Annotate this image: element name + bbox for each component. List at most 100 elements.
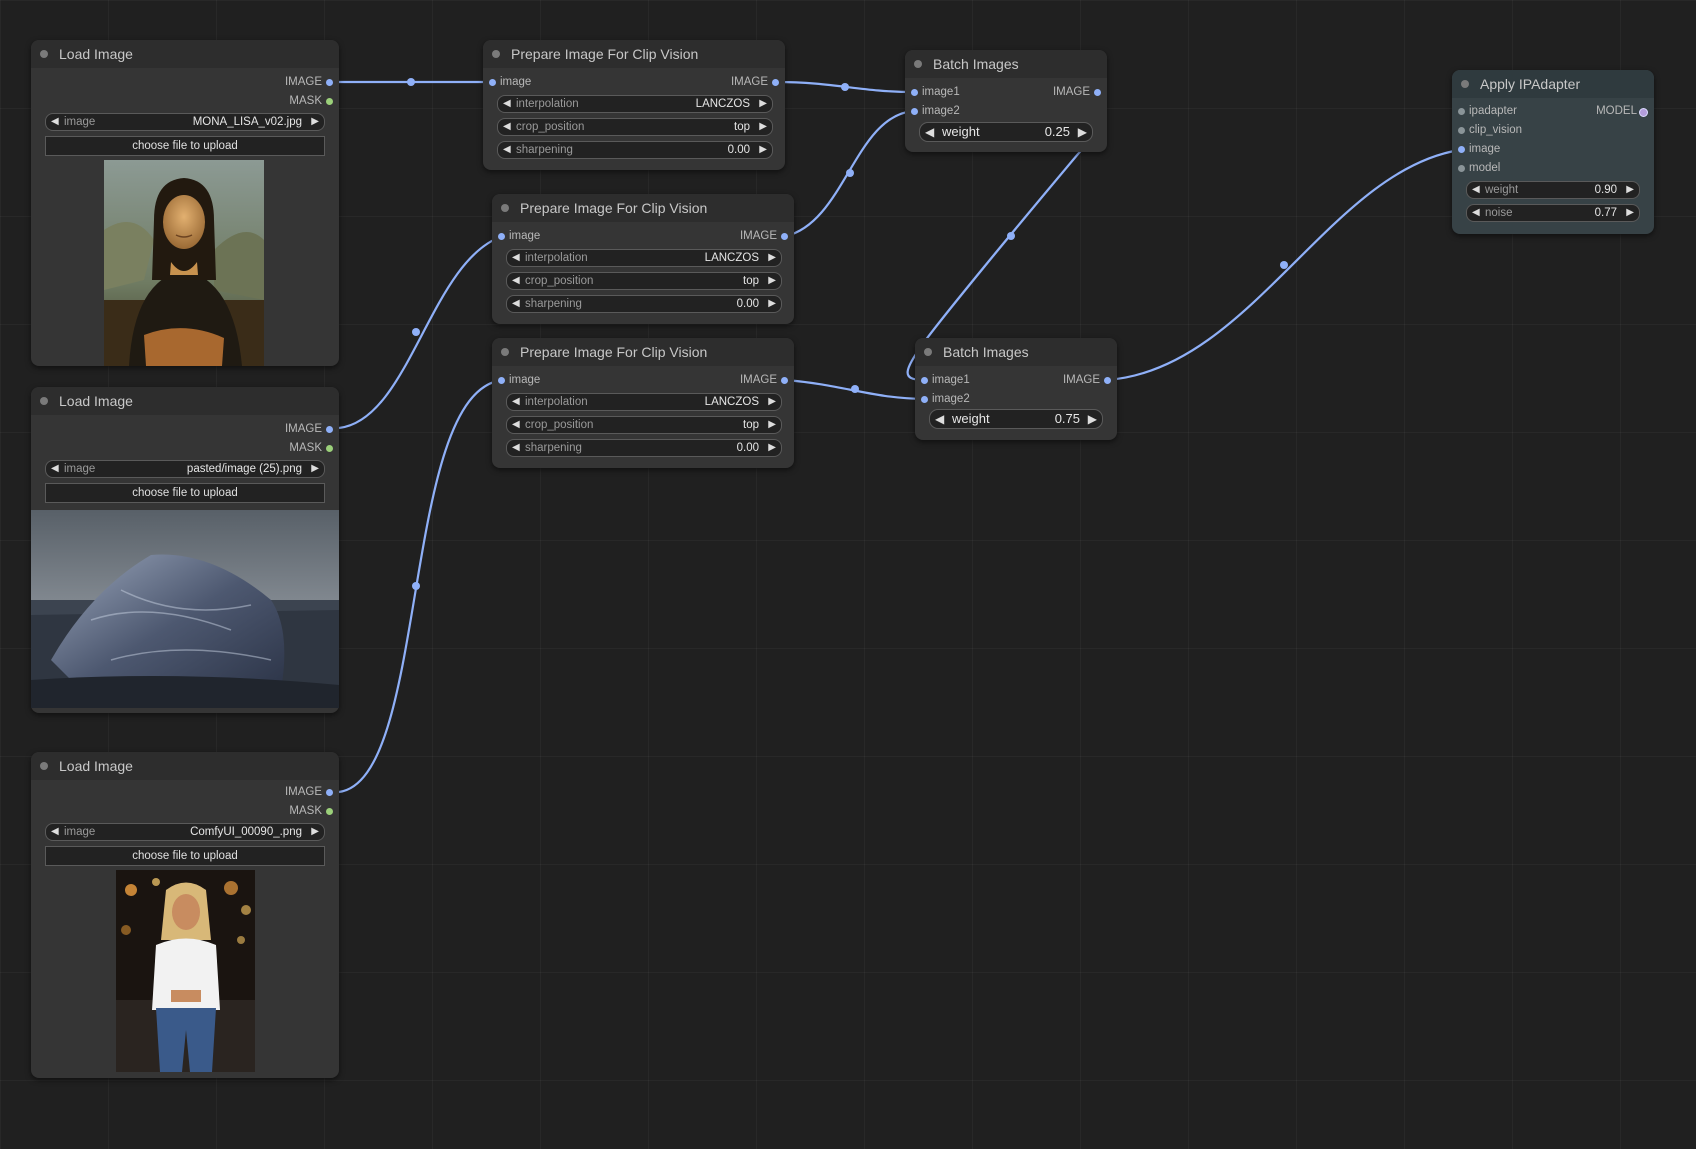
output-mask-slot[interactable]: MASK bbox=[289, 95, 333, 107]
weight-widget[interactable]: ◀ weight 0.90 ▶ bbox=[1466, 181, 1640, 199]
arrow-left-icon[interactable]: ◀ bbox=[512, 394, 520, 410]
output-dot[interactable] bbox=[1094, 89, 1101, 96]
node-title-bar[interactable]: Prepare Image For Clip Vision bbox=[483, 40, 785, 68]
input-dot[interactable] bbox=[921, 396, 928, 403]
arrow-right-icon[interactable]: ▶ bbox=[759, 119, 767, 135]
node-title-bar[interactable]: Load Image bbox=[31, 387, 339, 415]
arrow-right-icon[interactable]: ▶ bbox=[1088, 410, 1097, 428]
node-collapse-dot[interactable] bbox=[40, 762, 48, 770]
node-title-bar[interactable]: Load Image bbox=[31, 40, 339, 68]
input-dot[interactable] bbox=[489, 79, 496, 86]
node-title-bar[interactable]: Batch Images bbox=[915, 338, 1117, 366]
node-collapse-dot[interactable] bbox=[914, 60, 922, 68]
output-dot[interactable] bbox=[326, 445, 333, 452]
arrow-left-icon[interactable]: ◀ bbox=[925, 123, 934, 141]
input-dot[interactable] bbox=[1458, 146, 1465, 153]
output-dot[interactable] bbox=[1104, 377, 1111, 384]
arrow-left-icon[interactable]: ◀ bbox=[51, 114, 59, 130]
node-title-bar[interactable]: Prepare Image For Clip Vision bbox=[492, 194, 794, 222]
input-image-slot[interactable]: image bbox=[489, 76, 531, 88]
node-title-bar[interactable]: Load Image bbox=[31, 752, 339, 780]
apply-ipadapter-node[interactable]: Apply IPAdapter ipadapter clip_vision im… bbox=[1452, 70, 1654, 234]
input-dot[interactable] bbox=[1458, 165, 1465, 172]
sharpening-widget[interactable]: ◀ sharpening 0.00 ▶ bbox=[497, 141, 773, 159]
output-image-slot[interactable]: IMAGE bbox=[285, 76, 333, 88]
arrow-right-icon[interactable]: ▶ bbox=[1078, 123, 1087, 141]
output-model-slot[interactable]: MODEL bbox=[1596, 105, 1648, 117]
input-clip-vision-slot[interactable]: clip_vision bbox=[1458, 124, 1522, 136]
output-dot[interactable] bbox=[1639, 108, 1648, 117]
upload-button[interactable]: choose file to upload bbox=[45, 846, 325, 866]
image-select-widget[interactable]: ◀ image ComfyUI_00090_.png ▶ bbox=[45, 823, 325, 841]
input-image2-slot[interactable]: image2 bbox=[911, 105, 960, 117]
upload-button[interactable]: choose file to upload bbox=[45, 483, 325, 503]
arrow-right-icon[interactable]: ▶ bbox=[311, 461, 319, 477]
prepare-image-node-3[interactable]: Prepare Image For Clip Vision image IMAG… bbox=[492, 338, 794, 468]
crop-position-widget[interactable]: ◀ crop_position top ▶ bbox=[506, 416, 782, 434]
output-image-slot[interactable]: IMAGE bbox=[1053, 86, 1101, 98]
arrow-left-icon[interactable]: ◀ bbox=[51, 461, 59, 477]
node-title-bar[interactable]: Apply IPAdapter bbox=[1452, 70, 1654, 98]
input-dot[interactable] bbox=[498, 377, 505, 384]
prepare-image-node-2[interactable]: Prepare Image For Clip Vision image IMAG… bbox=[492, 194, 794, 324]
arrow-left-icon[interactable]: ◀ bbox=[512, 417, 520, 433]
input-dot[interactable] bbox=[921, 377, 928, 384]
image-select-widget[interactable]: ◀ image MONA_LISA_v02.jpg ▶ bbox=[45, 113, 325, 131]
output-image-slot[interactable]: IMAGE bbox=[740, 374, 788, 386]
crop-position-widget[interactable]: ◀ crop_position top ▶ bbox=[506, 272, 782, 290]
weight-widget[interactable]: ◀ weight 0.75 ▶ bbox=[929, 409, 1103, 429]
arrow-right-icon[interactable]: ▶ bbox=[768, 296, 776, 312]
interpolation-widget[interactable]: ◀ interpolation LANCZOS ▶ bbox=[506, 249, 782, 267]
load-image-node-1[interactable]: Load Image IMAGE MASK ◀ image MONA_LISA_… bbox=[31, 40, 339, 366]
load-image-node-3[interactable]: Load Image IMAGE MASK ◀ image ComfyUI_00… bbox=[31, 752, 339, 1078]
sharpening-widget[interactable]: ◀ sharpening 0.00 ▶ bbox=[506, 439, 782, 457]
interpolation-widget[interactable]: ◀ interpolation LANCZOS ▶ bbox=[497, 95, 773, 113]
input-dot[interactable] bbox=[498, 233, 505, 240]
arrow-left-icon[interactable]: ◀ bbox=[1472, 205, 1480, 221]
input-dot[interactable] bbox=[911, 108, 918, 115]
arrow-right-icon[interactable]: ▶ bbox=[759, 96, 767, 112]
arrow-left-icon[interactable]: ◀ bbox=[51, 824, 59, 840]
node-collapse-dot[interactable] bbox=[501, 348, 509, 356]
output-mask-slot[interactable]: MASK bbox=[289, 442, 333, 454]
input-image-slot[interactable]: image bbox=[498, 374, 540, 386]
interpolation-widget[interactable]: ◀ interpolation LANCZOS ▶ bbox=[506, 393, 782, 411]
arrow-left-icon[interactable]: ◀ bbox=[503, 96, 511, 112]
arrow-right-icon[interactable]: ▶ bbox=[759, 142, 767, 158]
arrow-left-icon[interactable]: ◀ bbox=[512, 440, 520, 456]
arrow-left-icon[interactable]: ◀ bbox=[512, 273, 520, 289]
arrow-left-icon[interactable]: ◀ bbox=[503, 142, 511, 158]
output-dot[interactable] bbox=[772, 79, 779, 86]
input-image2-slot[interactable]: image2 bbox=[921, 393, 970, 405]
input-image1-slot[interactable]: image1 bbox=[921, 374, 970, 386]
node-collapse-dot[interactable] bbox=[40, 397, 48, 405]
node-collapse-dot[interactable] bbox=[501, 204, 509, 212]
arrow-right-icon[interactable]: ▶ bbox=[311, 824, 319, 840]
output-image-slot[interactable]: IMAGE bbox=[1063, 374, 1111, 386]
batch-images-node-2[interactable]: Batch Images image1 image2 IMAGE ◀ weight… bbox=[915, 338, 1117, 440]
crop-position-widget[interactable]: ◀ crop_position top ▶ bbox=[497, 118, 773, 136]
arrow-right-icon[interactable]: ▶ bbox=[768, 250, 776, 266]
noise-widget[interactable]: ◀ noise 0.77 ▶ bbox=[1466, 204, 1640, 222]
image-select-widget[interactable]: ◀ image pasted/image (25).png ▶ bbox=[45, 460, 325, 478]
input-ipadapter-slot[interactable]: ipadapter bbox=[1458, 105, 1517, 117]
weight-widget[interactable]: ◀ weight 0.25 ▶ bbox=[919, 122, 1093, 142]
node-collapse-dot[interactable] bbox=[40, 50, 48, 58]
upload-button[interactable]: choose file to upload bbox=[45, 136, 325, 156]
arrow-right-icon[interactable]: ▶ bbox=[1626, 182, 1634, 198]
output-dot[interactable] bbox=[781, 233, 788, 240]
input-dot[interactable] bbox=[1458, 127, 1465, 134]
arrow-left-icon[interactable]: ◀ bbox=[935, 410, 944, 428]
arrow-left-icon[interactable]: ◀ bbox=[1472, 182, 1480, 198]
input-image1-slot[interactable]: image1 bbox=[911, 86, 960, 98]
output-image-slot[interactable]: IMAGE bbox=[740, 230, 788, 242]
node-collapse-dot[interactable] bbox=[492, 50, 500, 58]
output-dot[interactable] bbox=[326, 98, 333, 105]
arrow-right-icon[interactable]: ▶ bbox=[768, 394, 776, 410]
output-dot[interactable] bbox=[326, 79, 333, 86]
output-image-slot[interactable]: IMAGE bbox=[731, 76, 779, 88]
output-dot[interactable] bbox=[326, 426, 333, 433]
node-title-bar[interactable]: Batch Images bbox=[905, 50, 1107, 78]
output-mask-slot[interactable]: MASK bbox=[289, 805, 333, 817]
batch-images-node-1[interactable]: Batch Images image1 image2 IMAGE ◀ weight… bbox=[905, 50, 1107, 152]
